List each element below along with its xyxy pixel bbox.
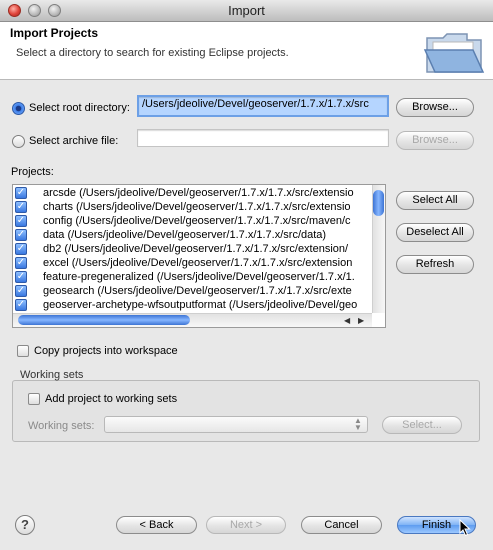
- root-directory-radio[interactable]: [12, 102, 25, 115]
- project-checkbox[interactable]: ✓: [15, 187, 27, 199]
- cancel-button[interactable]: Cancel: [301, 516, 382, 534]
- working-sets-combo[interactable]: [104, 416, 368, 433]
- project-item[interactable]: ✓ geosearch (/Users/jdeolive/Devel/geose…: [13, 285, 373, 298]
- root-directory-label: Select root directory:: [29, 102, 130, 114]
- project-checkbox[interactable]: ✓: [15, 215, 27, 227]
- back-button[interactable]: < Back: [116, 516, 197, 534]
- vertical-scroll-thumb[interactable]: [373, 190, 384, 216]
- project-item[interactable]: ✓ data (/Users/jdeolive/Devel/geoserver/…: [13, 229, 373, 242]
- copy-projects-checkbox[interactable]: [17, 345, 29, 357]
- project-item[interactable]: ✓ charts (/Users/jdeolive/Devel/geoserve…: [13, 201, 373, 214]
- project-item[interactable]: ✓ geoserver-archetype-wfsoutputformat (/…: [13, 299, 373, 312]
- root-directory-input[interactable]: /Users/jdeolive/Devel/geoserver/1.7.x/1.…: [137, 95, 389, 117]
- combo-updown-icon: ▲ ▼: [354, 416, 362, 432]
- browse-archive-button[interactable]: Browse...: [396, 131, 474, 150]
- working-sets-group-title: Working sets: [20, 369, 84, 381]
- project-checkbox[interactable]: ✓: [15, 299, 27, 311]
- page-title: Import Projects: [10, 26, 99, 40]
- project-checkbox[interactable]: ✓: [15, 229, 27, 241]
- add-to-working-sets-label: Add project to working sets: [45, 393, 178, 405]
- copy-projects-label: Copy projects into workspace: [34, 345, 178, 357]
- refresh-button[interactable]: Refresh: [396, 255, 474, 274]
- add-to-working-sets-checkbox[interactable]: [28, 393, 40, 405]
- project-item[interactable]: ✓ feature-pregeneralized (/Users/jdeoliv…: [13, 271, 373, 284]
- project-item[interactable]: ✓ arcsde (/Users/jdeolive/Devel/geoserve…: [13, 187, 373, 200]
- deselect-all-button[interactable]: Deselect All: [396, 223, 474, 242]
- archive-file-radio[interactable]: [12, 135, 25, 148]
- project-item[interactable]: ✓ excel (/Users/jdeolive/Devel/geoserver…: [13, 257, 373, 270]
- archive-file-input[interactable]: [137, 129, 389, 147]
- project-checkbox[interactable]: ✓: [15, 285, 27, 297]
- help-icon[interactable]: ?: [15, 515, 35, 535]
- project-item[interactable]: ✓ db2 (/Users/jdeolive/Devel/geoserver/1…: [13, 243, 373, 256]
- working-sets-label: Working sets:: [28, 420, 95, 432]
- browse-root-button[interactable]: Browse...: [396, 98, 474, 117]
- next-button[interactable]: Next >: [206, 516, 286, 534]
- project-checkbox[interactable]: ✓: [15, 243, 27, 255]
- project-checkbox[interactable]: ✓: [15, 271, 27, 283]
- project-item[interactable]: ✓ config (/Users/jdeolive/Devel/geoserve…: [13, 215, 373, 228]
- project-checkbox[interactable]: ✓: [15, 201, 27, 213]
- project-checkbox[interactable]: ✓: [15, 257, 27, 269]
- archive-file-label: Select archive file:: [29, 135, 119, 147]
- page-description: Select a directory to search for existin…: [16, 47, 289, 59]
- select-all-button[interactable]: Select All: [396, 191, 474, 210]
- select-working-sets-button[interactable]: Select...: [382, 416, 462, 434]
- scroll-right-arrow-icon[interactable]: ▶: [358, 316, 364, 325]
- horizontal-scroll-thumb[interactable]: [18, 315, 190, 325]
- open-folder-icon: [423, 33, 485, 73]
- mouse-pointer-icon: [459, 519, 471, 537]
- scroll-left-arrow-icon[interactable]: ◀: [344, 316, 350, 325]
- window-title: Import: [228, 3, 265, 18]
- projects-label: Projects:: [11, 166, 54, 178]
- projects-list[interactable]: ✓ arcsde (/Users/jdeolive/Devel/geoserve…: [12, 184, 386, 328]
